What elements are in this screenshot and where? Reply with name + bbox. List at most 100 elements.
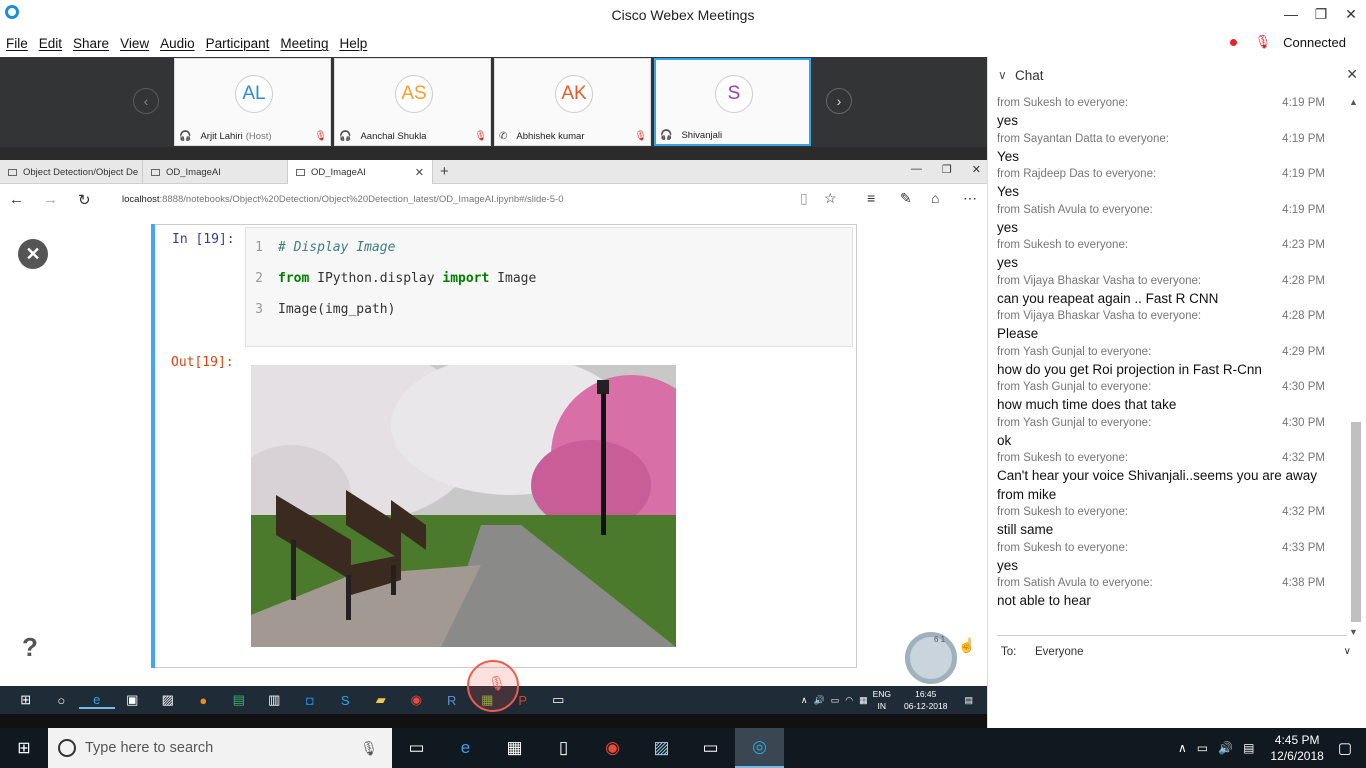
battery-icon[interactable]: ▭ bbox=[831, 695, 840, 706]
chat-sender: from Satish Avula to everyone: 4:19 PM bbox=[997, 202, 1348, 219]
menu-edit[interactable]: Edit bbox=[39, 36, 62, 51]
share-icon[interactable]: ⌂ bbox=[931, 190, 939, 206]
app-icon[interactable]: ▤ bbox=[221, 691, 257, 709]
back-icon[interactable]: ← bbox=[9, 191, 24, 208]
more-icon[interactable]: ⋯ bbox=[963, 190, 977, 207]
notifications-icon[interactable]: ▤ bbox=[964, 695, 973, 706]
action-center-icon[interactable]: ▢ bbox=[1338, 739, 1352, 757]
edge-icon[interactable]: e bbox=[441, 728, 490, 768]
refresh-icon[interactable]: ↻ bbox=[78, 191, 91, 209]
windows-start-icon[interactable]: ⊞ bbox=[8, 691, 44, 709]
chevron-down-icon[interactable]: ∨ bbox=[1344, 646, 1351, 657]
microphone-icon[interactable]: 🎙 bbox=[360, 740, 378, 757]
wifi-icon[interactable]: ◠ bbox=[845, 695, 853, 706]
notepad-icon[interactable]: ▯ bbox=[539, 728, 588, 768]
recording-icon[interactable] bbox=[1229, 38, 1237, 46]
help-icon[interactable]: ? bbox=[22, 632, 38, 663]
chrome-icon[interactable]: ◉ bbox=[588, 728, 637, 768]
tab-close-icon[interactable]: ✕ bbox=[415, 166, 424, 179]
volume-icon[interactable]: 🔊 bbox=[1218, 741, 1233, 755]
tray-chevron-icon[interactable]: ∧ bbox=[1178, 741, 1187, 755]
menu-file[interactable]: File bbox=[6, 36, 28, 51]
browser-tab-active[interactable]: OD_ImageAI ✕ bbox=[288, 160, 433, 184]
keyboard-icon[interactable]: ▤ bbox=[1243, 741, 1254, 755]
app-icon[interactable]: ▥ bbox=[257, 691, 293, 709]
chat-timestamp: 4:19 PM bbox=[1282, 132, 1325, 145]
system-clock[interactable]: 4:45 PM 12/6/2018 bbox=[1270, 732, 1323, 764]
app-icon[interactable]: ▣ bbox=[115, 691, 151, 709]
volume-icon[interactable]: 🔊 bbox=[813, 695, 824, 706]
participant-card-active[interactable]: S 🎧 Shivanjali bbox=[654, 58, 811, 146]
task-view-icon[interactable]: ▭ bbox=[392, 728, 441, 768]
participant-card[interactable]: AK ✆ Abhishek kumar 🎙 bbox=[494, 58, 651, 146]
store-icon[interactable]: ▦ bbox=[490, 728, 539, 768]
chat-text: Please bbox=[997, 326, 1039, 341]
web-note-icon[interactable]: ✎ bbox=[900, 190, 912, 207]
menu-participant[interactable]: Participant bbox=[206, 36, 270, 51]
chat-message: from Yash Gunjal to everyone: 4:30 PM how … bbox=[988, 379, 1348, 415]
output-prompt: Out[19]: bbox=[171, 355, 234, 370]
app-icon[interactable]: ▨ bbox=[150, 691, 186, 709]
browser-close-icon[interactable]: ✕ bbox=[972, 163, 981, 176]
chat-text: ok bbox=[997, 432, 1012, 448]
new-tab-icon[interactable]: + bbox=[440, 163, 449, 180]
recipient-value[interactable]: Everyone bbox=[1035, 646, 1084, 658]
close-slide-icon[interactable]: ✕ bbox=[18, 239, 48, 269]
folder-icon[interactable]: ▰ bbox=[363, 691, 399, 709]
close-button[interactable]: ✕ bbox=[1336, 0, 1366, 28]
url-field[interactable]: localhost:8888/notebooks/Object%20Detect… bbox=[122, 194, 564, 205]
loading-spinner: 6 1 bbox=[905, 632, 957, 684]
taskbar-search[interactable]: Type here to search 🎙 bbox=[48, 728, 392, 768]
muted-mic-icon[interactable]: 🎙 bbox=[1255, 34, 1272, 50]
browser-tab[interactable]: OD_ImageAI bbox=[143, 160, 288, 184]
favorite-star-icon[interactable]: ☆ bbox=[824, 190, 837, 207]
terminal-icon[interactable]: ▭ bbox=[541, 691, 577, 709]
code-editor[interactable]: 1 # Display Image 2 from IPython.display… bbox=[245, 227, 853, 347]
participant-card[interactable]: AL 🎧 Arjit Lahiri (Host) 🎙 bbox=[174, 58, 331, 146]
chat-message-list[interactable]: from Sukesh to everyone: 4:19 PM yes from S… bbox=[988, 95, 1348, 608]
terminal-icon[interactable]: ▭ bbox=[686, 728, 735, 768]
cortana-icon[interactable]: ○ bbox=[44, 691, 80, 709]
firefox-icon[interactable]: ● bbox=[186, 691, 222, 709]
browser-tab[interactable]: Object Detection/Object De bbox=[0, 160, 143, 184]
close-chat-icon[interactable]: ✕ bbox=[1346, 66, 1358, 83]
app-icon[interactable]: ▨ bbox=[637, 728, 686, 768]
collapse-chevron-icon[interactable]: ∨ bbox=[998, 68, 1007, 82]
browser-minimize-icon[interactable]: — bbox=[911, 163, 922, 176]
strip-prev-icon[interactable]: ‹ bbox=[133, 88, 159, 114]
minimize-button[interactable]: — bbox=[1276, 0, 1306, 28]
chrome-icon[interactable]: ◉ bbox=[399, 691, 435, 709]
network-icon[interactable]: ▭ bbox=[1197, 741, 1208, 755]
app-tray-icon[interactable]: ▦ bbox=[859, 695, 868, 706]
participant-card[interactable]: AS 🎧 Aanchal Shukla 🎙 bbox=[334, 58, 491, 146]
webex-taskbar-icon[interactable]: ◎ bbox=[735, 728, 784, 768]
shared-clock[interactable]: 16:45 06-12-2018 bbox=[904, 688, 947, 712]
scroll-up-icon[interactable]: ▲ bbox=[1349, 97, 1358, 107]
menu-bar: File Edit Share View Audio Participant M… bbox=[0, 30, 1366, 57]
scroll-down-icon[interactable]: ▼ bbox=[1349, 627, 1358, 637]
outlook-icon[interactable]: ◘ bbox=[292, 691, 328, 709]
skype-icon[interactable]: S bbox=[328, 691, 364, 709]
chat-recipient-select[interactable]: To: Everyone ∨ bbox=[1001, 646, 1351, 658]
chat-sender: from Yash Gunjal to everyone: 4:30 PM bbox=[997, 379, 1348, 396]
edge-icon[interactable]: e bbox=[79, 691, 115, 709]
hub-icon[interactable]: ≡ bbox=[867, 190, 875, 206]
menu-audio[interactable]: Audio bbox=[160, 36, 195, 51]
muted-mic-icon: 🎙 bbox=[634, 131, 647, 142]
reading-view-icon[interactable]: ▯ bbox=[800, 190, 808, 207]
browser-restore-icon[interactable]: ❐ bbox=[942, 163, 952, 176]
menu-view[interactable]: View bbox=[120, 36, 149, 51]
chat-scrollbar[interactable]: ▲ ▼ bbox=[1349, 97, 1361, 637]
strip-next-icon[interactable]: › bbox=[826, 88, 852, 114]
start-button-icon[interactable]: ⊞ bbox=[0, 728, 48, 768]
menu-meeting[interactable]: Meeting bbox=[280, 36, 328, 51]
forward-icon[interactable]: → bbox=[43, 191, 58, 208]
scroll-thumb[interactable] bbox=[1351, 422, 1361, 622]
tray-chevron-icon[interactable]: ∧ bbox=[801, 695, 808, 706]
r-icon[interactable]: R bbox=[434, 691, 470, 709]
tab-page-icon bbox=[151, 168, 160, 176]
menu-help[interactable]: Help bbox=[339, 36, 367, 51]
language-indicator[interactable]: ENG IN bbox=[873, 688, 891, 712]
restore-button[interactable]: ❐ bbox=[1306, 0, 1336, 28]
menu-share[interactable]: Share bbox=[73, 36, 109, 51]
